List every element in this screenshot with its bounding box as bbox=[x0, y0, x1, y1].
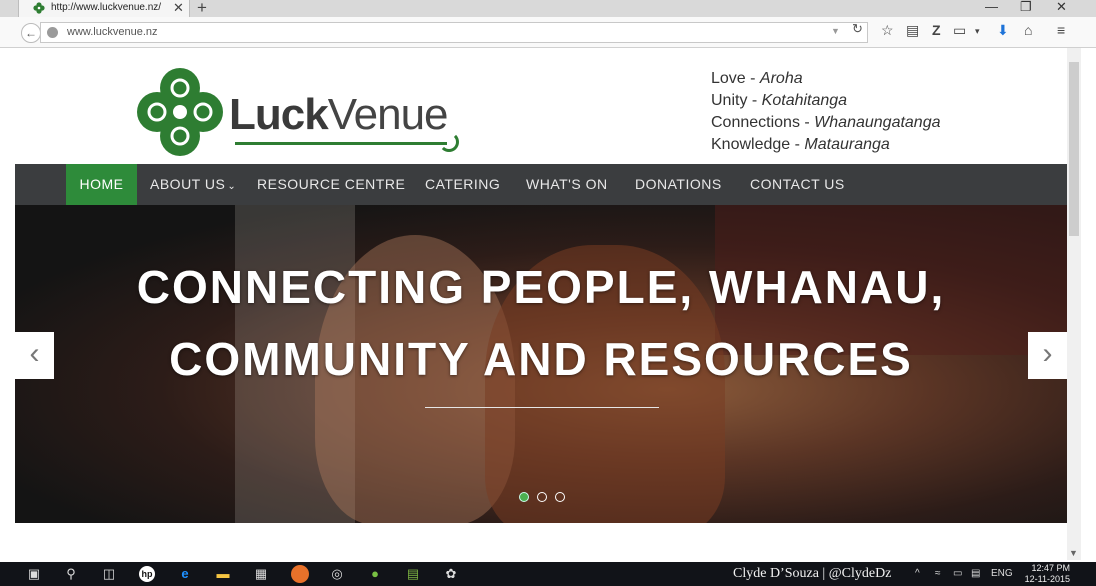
chevron-down-icon[interactable]: ▾ bbox=[975, 26, 980, 37]
home-icon[interactable]: ⌂ bbox=[1024, 22, 1032, 38]
nav-home[interactable]: HOME bbox=[66, 164, 137, 205]
new-tab-button[interactable]: + bbox=[197, 0, 207, 18]
hero-divider bbox=[425, 407, 659, 408]
hp-icon[interactable]: hp bbox=[139, 566, 155, 582]
tab-close-icon[interactable]: ✕ bbox=[173, 0, 184, 16]
address-text: www.luckvenue.nz bbox=[67, 26, 158, 38]
nav-about-us[interactable]: ABOUT US ⌄ bbox=[150, 164, 236, 205]
hero-slider: CONNECTING PEOPLE, WHANAU, COMMUNITY AND… bbox=[15, 205, 1067, 523]
clover-favicon-icon bbox=[33, 2, 45, 14]
search-icon[interactable]: ⚲ bbox=[63, 566, 79, 582]
logo-underline bbox=[235, 142, 447, 145]
globe-icon bbox=[47, 27, 58, 38]
slider-next-button[interactable]: › bbox=[1028, 332, 1067, 379]
file-explorer-icon[interactable]: ▬ bbox=[215, 566, 231, 582]
back-button[interactable]: ← bbox=[21, 23, 41, 43]
values-list: Love - Aroha Unity - Kotahitanga Connect… bbox=[711, 68, 941, 156]
site-nav: HOME ABOUT US ⌄ RESOURCE CENTRE CATERING … bbox=[15, 164, 1067, 205]
logo-curl bbox=[439, 132, 459, 152]
nav-resource-centre[interactable]: RESOURCE CENTRE bbox=[257, 164, 405, 205]
language-indicator[interactable]: ENG bbox=[991, 568, 1013, 579]
nav-whats-on[interactable]: WHAT'S ON bbox=[526, 164, 608, 205]
notepad-icon[interactable]: ▤ bbox=[405, 566, 421, 582]
vertical-scrollbar[interactable]: ▼ bbox=[1067, 48, 1081, 560]
close-window-button[interactable]: ✕ bbox=[1056, 0, 1067, 15]
store-icon[interactable]: ▦ bbox=[253, 566, 269, 582]
value-line: Unity - Kotahitanga bbox=[711, 92, 848, 109]
battery-icon[interactable]: ▭ bbox=[953, 568, 962, 579]
firefox-icon[interactable] bbox=[291, 565, 309, 583]
hero-heading: CONNECTING PEOPLE, WHANAU, COMMUNITY AND… bbox=[136, 261, 946, 385]
site-logo[interactable]: LuckVenue bbox=[135, 66, 459, 158]
slider-prev-button[interactable]: ‹ bbox=[15, 332, 54, 379]
wifi-icon[interactable]: ≈ bbox=[935, 568, 941, 579]
clock[interactable]: 12:47 PM 12-11-2015 bbox=[1022, 563, 1070, 585]
windows-start-icon[interactable]: ▣ bbox=[26, 566, 42, 582]
task-view-icon[interactable]: ◫ bbox=[101, 566, 117, 582]
tab-bar: http://www.luckvenue.nz/ ✕ + — ❐ ✕ bbox=[0, 0, 1096, 17]
zotero-icon[interactable]: Z bbox=[932, 22, 941, 38]
edge-icon[interactable]: e bbox=[177, 566, 193, 582]
nav-catering[interactable]: CATERING bbox=[425, 164, 500, 205]
restore-button[interactable]: ❐ bbox=[1020, 0, 1032, 15]
web-page: LuckVenue Love - Aroha Unity - Kotahitan… bbox=[15, 48, 1067, 560]
slider-dot-2[interactable] bbox=[537, 492, 547, 502]
slider-dot-3[interactable] bbox=[555, 492, 565, 502]
groove-icon[interactable]: ◎ bbox=[329, 566, 345, 582]
chevron-up-icon[interactable]: ^ bbox=[915, 568, 920, 579]
windows-taskbar: ▣ ⚲ ◫ hp e ▬ ▦ ◎ ● ▤ ✿ Clyde D’Souza | @… bbox=[0, 562, 1096, 586]
menu-icon[interactable]: ≡ bbox=[1057, 22, 1065, 38]
chevron-down-icon: ⌄ bbox=[227, 181, 237, 192]
utorrent-icon[interactable]: ● bbox=[367, 566, 383, 582]
pocket-icon[interactable]: ▭ bbox=[953, 22, 966, 39]
slider-dot-1[interactable] bbox=[519, 492, 529, 502]
tab-title: http://www.luckvenue.nz/ bbox=[51, 2, 162, 13]
url-dropdown-icon[interactable]: ▼ bbox=[831, 26, 840, 36]
value-line: Connections - Whanaungatanga bbox=[711, 114, 941, 131]
value-line: Knowledge - Matauranga bbox=[711, 136, 890, 153]
address-bar[interactable]: www.luckvenue.nz ▼ bbox=[40, 22, 868, 43]
value-line: Love - Aroha bbox=[711, 70, 803, 87]
nav-contact-us[interactable]: CONTACT US bbox=[750, 164, 845, 205]
download-icon[interactable]: ⬇ bbox=[997, 22, 1009, 39]
nav-donations[interactable]: DONATIONS bbox=[635, 164, 722, 205]
scroll-thumb[interactable] bbox=[1069, 62, 1079, 236]
watermark: Clyde D’Souza | @ClydeDz bbox=[733, 566, 892, 581]
logo-wordmark: LuckVenue bbox=[229, 90, 449, 139]
scroll-down-icon[interactable]: ▼ bbox=[1069, 548, 1078, 558]
minimize-button[interactable]: — bbox=[985, 0, 998, 14]
reading-list-icon[interactable]: ▤ bbox=[906, 22, 919, 39]
message-icon[interactable]: ▤ bbox=[971, 568, 980, 579]
star-icon[interactable]: ☆ bbox=[881, 22, 894, 39]
app-icon[interactable]: ✿ bbox=[443, 566, 459, 582]
browser-tab[interactable]: http://www.luckvenue.nz/ ✕ bbox=[18, 0, 190, 17]
reload-icon[interactable]: ↻ bbox=[852, 21, 863, 37]
clover-logo-icon bbox=[137, 68, 223, 156]
